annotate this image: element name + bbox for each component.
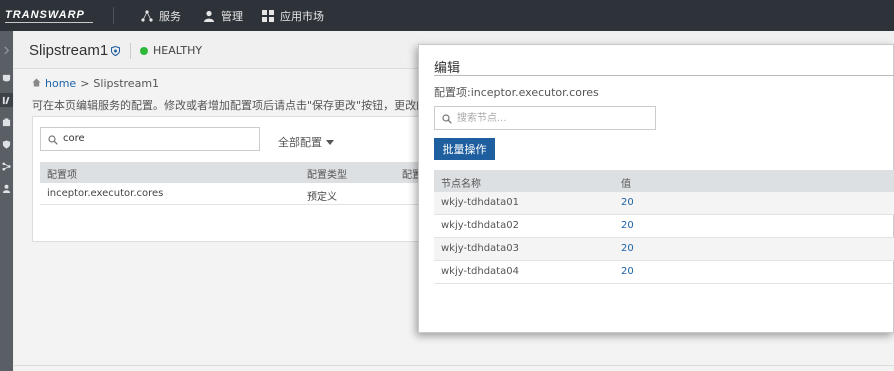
config-description: 可在本页编辑服务的配置。修改或者增加配置项后请点击"保存更改"按钮，更改的配置 (32, 99, 450, 112)
config-search-input[interactable]: core (40, 127, 260, 151)
table-row[interactable]: inceptor.executor.cores 预定义 (40, 183, 433, 205)
config-panel: core 全部配置 配置项 配置类型 配置 inceptor.executor.… (32, 116, 433, 242)
node-search-input[interactable] (457, 111, 647, 126)
node-value-link[interactable]: 20 (621, 220, 634, 231)
table-row: wkjy-tdhdata02 20 (434, 215, 894, 238)
services-icon (141, 10, 153, 22)
logo-underline (5, 22, 93, 23)
health-status-dot (140, 47, 148, 55)
config-item-type: 预定义 (307, 192, 337, 203)
person-icon (2, 184, 11, 193)
nav-services-label: 服务 (159, 10, 181, 23)
node-table: 节点名称 值 wkjy-tdhdata01 20 wkjy-tdhdata02 … (434, 170, 894, 284)
config-table-header: 配置项 配置类型 配置 (40, 162, 433, 183)
search-icon (48, 135, 58, 145)
batch-operation-button[interactable]: 批量操作 (434, 138, 495, 160)
modal-divider (434, 75, 894, 76)
modal-subtitle: 配置项:inceptor.executor.cores (434, 86, 599, 99)
shield-icon (2, 139, 11, 149)
column-header-config-type: 配置类型 (307, 170, 347, 181)
sidebar-item-configuration[interactable] (0, 93, 13, 107)
column-header-node-name: 节点名称 (441, 179, 481, 190)
column-header-config-item: 配置项 (47, 170, 77, 181)
node-value-link[interactable]: 20 (621, 266, 634, 277)
node-name: wkjy-tdhdata04 (441, 266, 519, 277)
health-status-text: HEALTHY (153, 44, 203, 57)
node-name: wkjy-tdhdata01 (441, 197, 519, 208)
edit-modal: 编辑 配置项:inceptor.executor.cores 批量操作 节点名称… (418, 44, 894, 333)
node-value-link[interactable]: 20 (621, 197, 634, 208)
modal-title: 编辑 (434, 61, 461, 76)
caret-down-icon (326, 139, 334, 145)
sidebar-item-dashboard[interactable] (0, 71, 13, 85)
user-icon (204, 10, 214, 22)
sidebar-item-tasks[interactable] (0, 115, 13, 129)
tools-icon (2, 96, 10, 104)
nav-app-market-label: 应用市场 (280, 10, 324, 23)
table-row: wkjy-tdhdata04 20 (434, 261, 894, 284)
clipboard-icon (2, 117, 11, 126)
transwarp-logo[interactable]: TRANSWARP (5, 9, 85, 21)
config-search-value: core (63, 133, 85, 144)
title-separator (130, 43, 131, 59)
footer-divider (14, 365, 894, 366)
nav-management-label: 管理 (221, 10, 243, 23)
search-icon (442, 114, 452, 124)
column-header-value: 值 (621, 179, 631, 190)
grid-icon (262, 10, 274, 22)
node-search-box (434, 106, 656, 130)
breadcrumb-home-link[interactable]: home (45, 77, 76, 90)
breadcrumb: home > Slipstream1 (32, 77, 159, 90)
nav-app-market[interactable]: 应用市场 (262, 8, 324, 24)
nav-management[interactable]: 管理 (203, 8, 243, 24)
breadcrumb-separator: > (80, 77, 90, 90)
left-sidebar (0, 31, 13, 371)
nav-divider (113, 7, 114, 24)
sidebar-item-topology[interactable] (0, 159, 13, 173)
top-navbar: TRANSWARP 服务 管理 应用市场 (0, 0, 894, 31)
table-row: wkjy-tdhdata01 20 (434, 192, 894, 215)
chevron-right-icon (4, 46, 10, 54)
shield-check-icon[interactable] (111, 46, 120, 56)
sidebar-item-security[interactable] (0, 137, 13, 151)
node-name: wkjy-tdhdata02 (441, 220, 519, 231)
table-row: wkjy-tdhdata03 20 (434, 238, 894, 261)
theater-icon (2, 74, 11, 81)
config-item-name: inceptor.executor.cores (47, 188, 164, 199)
nav-services[interactable]: 服务 (141, 8, 181, 24)
breadcrumb-current: Slipstream1 (93, 77, 160, 90)
sidebar-item-users[interactable] (0, 181, 13, 195)
share-nodes-icon (2, 161, 11, 171)
config-filter-dropdown[interactable]: 全部配置 (278, 134, 334, 150)
home-icon (32, 77, 41, 90)
expand-sidebar-button[interactable] (0, 43, 13, 57)
node-table-header: 节点名称 值 (434, 170, 894, 192)
node-value-link[interactable]: 20 (621, 243, 634, 254)
node-name: wkjy-tdhdata03 (441, 243, 519, 254)
service-title: Slipstream1 (29, 42, 109, 59)
config-filter-label: 全部配置 (278, 136, 322, 149)
